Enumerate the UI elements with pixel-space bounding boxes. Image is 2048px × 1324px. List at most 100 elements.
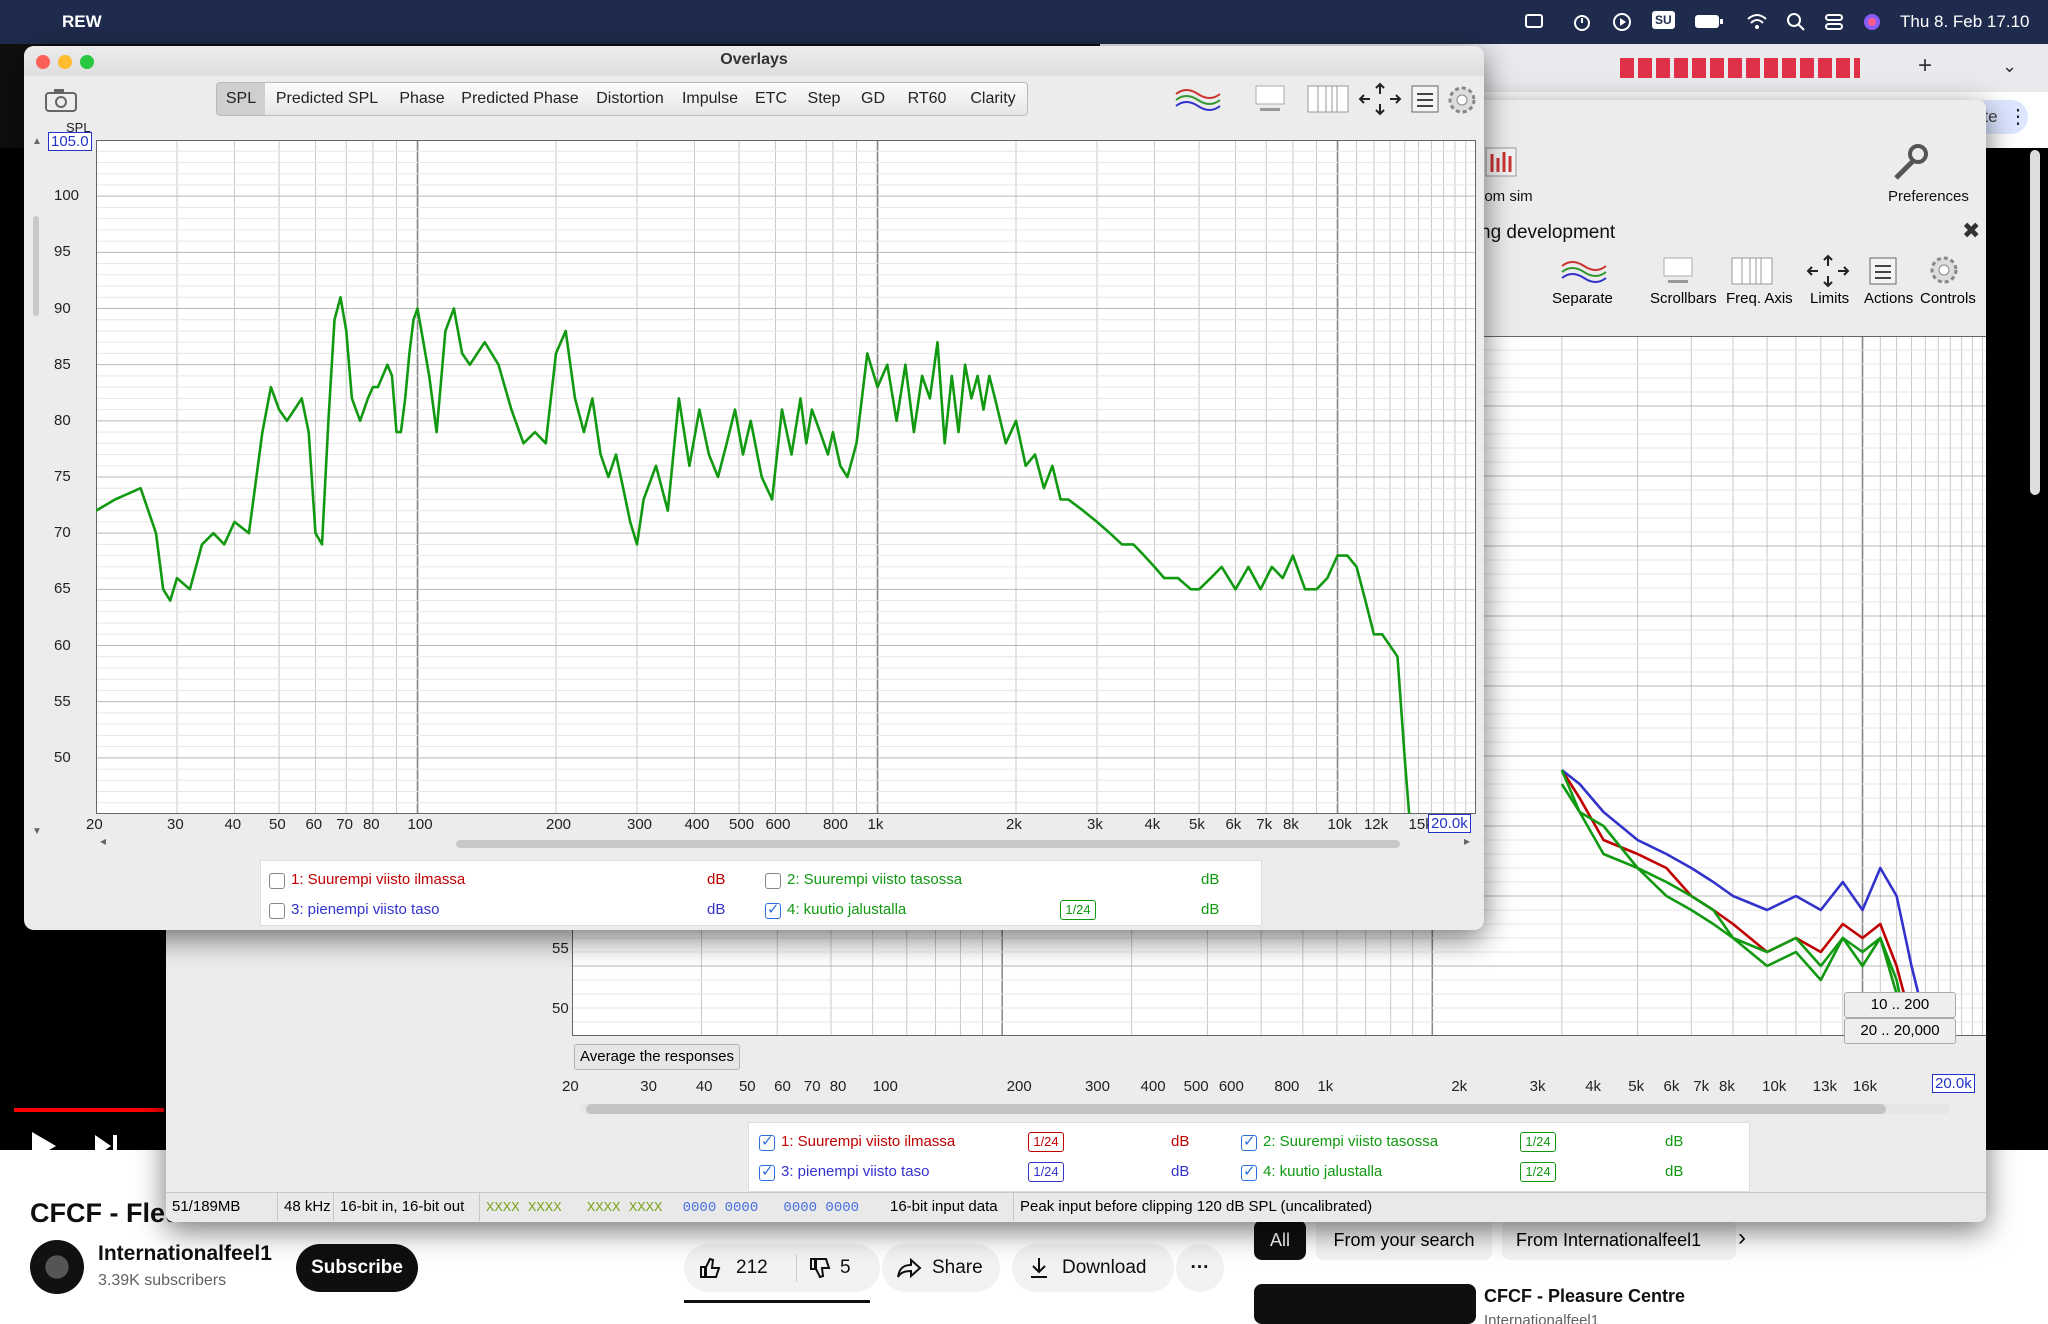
control-center-icon[interactable] <box>1824 12 1844 32</box>
limits-label[interactable]: Limits <box>1810 290 1849 307</box>
overlays-spl-chart[interactable] <box>95 139 1477 930</box>
scrollbars-label[interactable]: Scrollbars <box>1650 290 1717 307</box>
freq-axis-label[interactable]: Freq. Axis <box>1726 290 1793 307</box>
overlays-scrollbars-icon[interactable] <box>1250 84 1290 114</box>
tab-phase[interactable]: Phase <box>389 83 456 115</box>
overlays-h-scrollbar[interactable]: ◂ ▸ <box>100 834 1480 850</box>
room-sim-label[interactable]: oom sim <box>1476 188 1533 205</box>
main-legend-check-4[interactable] <box>1241 1162 1257 1181</box>
legend-smoothing-4[interactable]: 1/24 <box>1049 899 1107 921</box>
thumb-up-icon[interactable] <box>698 1256 722 1280</box>
clock-datetime[interactable]: Thu 8. Feb 17.10 <box>1900 0 2029 44</box>
rec-channel[interactable]: Internationalfeel1 <box>1484 1312 1599 1324</box>
channel-avatar[interactable] <box>30 1240 84 1294</box>
legend-label-4[interactable]: 4: kuutio jalustalla <box>787 901 906 918</box>
main-legend-smoothing-4[interactable]: 1/24 <box>1509 1161 1567 1183</box>
chevron-right-icon[interactable]: › <box>1738 1224 1746 1252</box>
actions-icon[interactable] <box>1868 256 1898 286</box>
scrollbars-icon[interactable] <box>1658 256 1698 286</box>
range-button-10-200[interactable]: 10 .. 200 <box>1844 992 1956 1018</box>
separate-icon[interactable] <box>1560 256 1608 286</box>
overlays-x-max[interactable]: 20.0k <box>1428 814 1471 833</box>
legend-label-3[interactable]: 3: pienempi viisto taso <box>291 901 439 918</box>
main-scroll-down-arrow[interactable] <box>500 1046 504 1050</box>
tab-step[interactable]: Step <box>797 83 852 115</box>
main-legend-smoothing-2[interactable]: 1/24 <box>1509 1131 1567 1153</box>
overlays-freq-axis-icon[interactable] <box>1306 84 1350 114</box>
tab-predicted-phase[interactable]: Predicted Phase <box>455 83 586 115</box>
wrench-icon[interactable] <box>1890 142 1930 182</box>
tab-gd[interactable]: GD <box>851 83 896 115</box>
controls-gear-icon[interactable] <box>1928 254 1960 286</box>
rec-thumbnail[interactable] <box>1254 1284 1476 1324</box>
tab-etc[interactable]: ETC <box>745 83 798 115</box>
share-button[interactable]: Share <box>882 1244 1000 1292</box>
tab-impulse[interactable]: Impulse <box>675 83 746 115</box>
overlays-limits-icon[interactable] <box>1358 82 1402 116</box>
thumb-down-icon[interactable] <box>808 1256 832 1280</box>
overlays-separate-icon[interactable] <box>1174 84 1222 114</box>
main-legend-label-1[interactable]: 1: Suurempi viisto ilmassa <box>781 1133 955 1150</box>
video-progress-bar[interactable] <box>14 1108 164 1112</box>
preferences-button[interactable]: Preferences <box>1888 188 1969 205</box>
main-h-scrollbar[interactable] <box>580 1104 1950 1114</box>
h-scroll-left-arrow[interactable]: ◂ <box>100 834 106 848</box>
average-responses-button[interactable]: Average the responses <box>574 1044 740 1070</box>
spotlight-search-icon[interactable] <box>1786 12 1806 32</box>
tab-clarity[interactable]: Clarity <box>959 83 1027 115</box>
screen-icon[interactable] <box>1524 12 1544 32</box>
rec-title[interactable]: CFCF - Pleasure Centre <box>1484 1286 1685 1307</box>
filter-chip-all[interactable]: All <box>1254 1220 1306 1260</box>
tab-list-chevron-icon[interactable]: ⌄ <box>2002 56 2017 77</box>
main-legend-check-2[interactable] <box>1241 1132 1257 1151</box>
main-legend-smoothing-3[interactable]: 1/24 <box>1017 1161 1075 1183</box>
timer-icon[interactable] <box>1572 12 1592 32</box>
siri-icon[interactable] <box>1862 12 1882 32</box>
play-status-icon[interactable] <box>1612 12 1632 32</box>
dislike-count[interactable]: 5 <box>840 1244 851 1292</box>
overlays-graph-area[interactable] <box>95 139 1477 930</box>
legend-check-2[interactable] <box>765 873 781 889</box>
app-menu-name[interactable]: REW <box>62 0 102 44</box>
tab-spl[interactable]: SPL <box>217 83 266 115</box>
legend-check-3[interactable] <box>269 903 285 919</box>
h-scroll-right-arrow[interactable]: ▸ <box>1464 834 1470 848</box>
video-title[interactable]: CFCF - Fleu <box>30 1198 181 1229</box>
main-legend-check-1[interactable] <box>759 1132 775 1151</box>
page-scrollbar[interactable] <box>2030 150 2040 495</box>
status-item-su[interactable]: SU <box>1652 11 1675 29</box>
legend-label-1[interactable]: 1: Suurempi viisto ilmassa <box>291 871 465 888</box>
overlays-controls-gear-icon[interactable] <box>1446 84 1478 116</box>
overlays-actions-icon[interactable] <box>1410 84 1440 114</box>
main-x-max[interactable]: 20.0k <box>1932 1074 1975 1093</box>
filter-chip-from-channel[interactable]: From Internationalfeel1 <box>1502 1220 1736 1260</box>
battery-icon[interactable] <box>1694 13 1724 31</box>
main-legend-label-4[interactable]: 4: kuutio jalustalla <box>1263 1163 1382 1180</box>
range-button-20-20000[interactable]: 20 .. 20,000 <box>1844 1018 1956 1044</box>
legend-label-2[interactable]: 2: Suurempi viisto tasossa <box>787 871 962 888</box>
actions-label[interactable]: Actions <box>1864 290 1913 307</box>
room-sim-icon[interactable] <box>1484 144 1518 178</box>
tab-distortion[interactable]: Distortion <box>585 83 676 115</box>
legend-check-4[interactable] <box>765 900 781 919</box>
limits-icon[interactable] <box>1806 254 1850 288</box>
freq-axis-icon[interactable] <box>1730 256 1774 286</box>
download-button[interactable]: Download <box>1012 1244 1174 1292</box>
filter-chip-from-search[interactable]: From your search <box>1316 1220 1492 1260</box>
more-actions-button[interactable]: ··· <box>1176 1244 1224 1292</box>
wifi-icon[interactable] <box>1746 12 1768 32</box>
new-tab-button[interactable]: + <box>1918 52 1932 80</box>
main-legend-label-3[interactable]: 3: pienempi viisto taso <box>781 1163 929 1180</box>
controls-label[interactable]: Controls <box>1920 290 1976 307</box>
main-legend-smoothing-1[interactable]: 1/24 <box>1017 1131 1075 1153</box>
tab-predicted-spl[interactable]: Predicted SPL <box>265 83 390 115</box>
channel-name[interactable]: Internationalfeel1 <box>98 1242 272 1266</box>
subscribe-button[interactable]: Subscribe <box>296 1244 418 1292</box>
main-h-scroll-thumb[interactable] <box>586 1104 1886 1114</box>
main-legend-check-3[interactable] <box>759 1162 775 1181</box>
main-legend-label-2[interactable]: 2: Suurempi viisto tasossa <box>1263 1133 1438 1150</box>
separate-label[interactable]: Separate <box>1552 290 1613 307</box>
legend-check-1[interactable] <box>269 873 285 889</box>
tab-rt60[interactable]: RT60 <box>895 83 960 115</box>
like-count[interactable]: 212 <box>736 1244 768 1292</box>
